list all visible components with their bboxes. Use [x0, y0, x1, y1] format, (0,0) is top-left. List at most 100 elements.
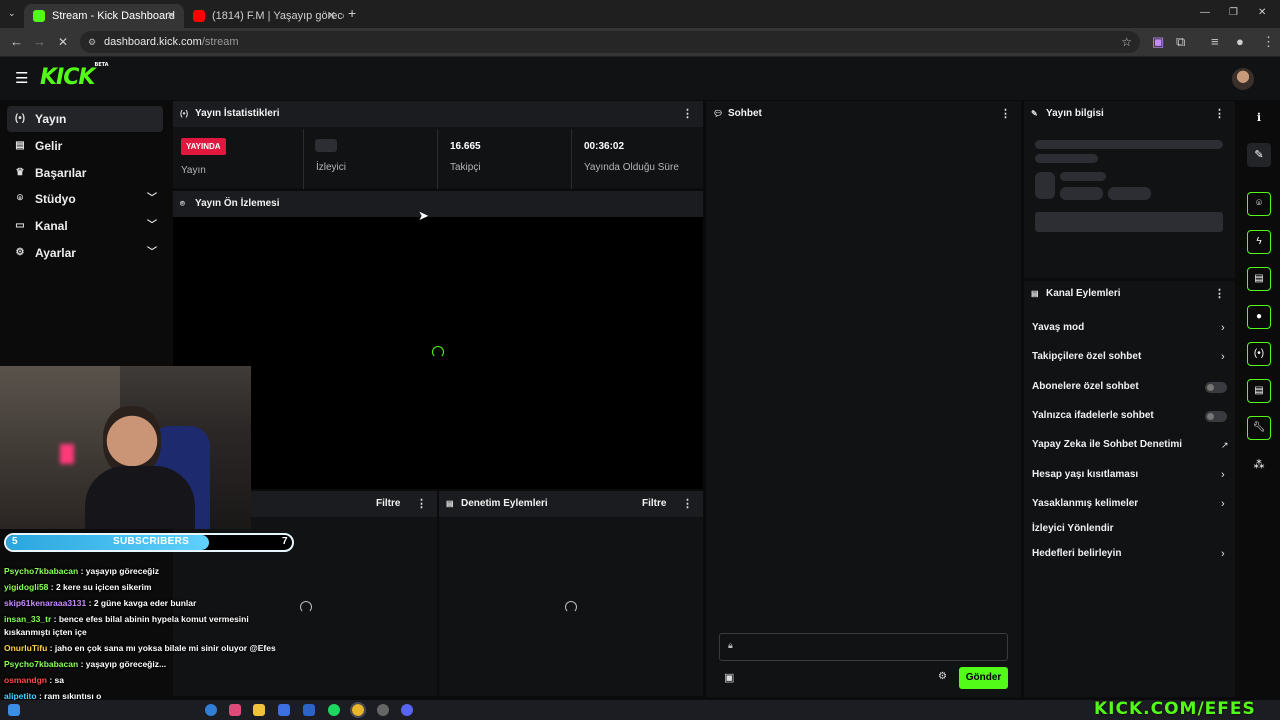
- tab-kick-dashboard[interactable]: Stream - Kick Dashboard ✕: [24, 4, 184, 28]
- camera-icon: ⌾: [180, 199, 185, 208]
- extension-icon[interactable]: ▣: [1152, 28, 1164, 56]
- add-widget-icon[interactable]: ⁂: [1247, 453, 1271, 477]
- viewers-loading-skeleton: [315, 139, 337, 152]
- filter-button[interactable]: Filtre: [642, 491, 666, 517]
- emote-store-icon[interactable]: ▣: [724, 671, 734, 684]
- close-window-icon[interactable]: ✕: [1258, 0, 1266, 26]
- photos-icon[interactable]: [229, 704, 241, 716]
- more-options-icon[interactable]: ⋮: [682, 491, 693, 517]
- site-info-icon[interactable]: ⚙: [88, 31, 96, 53]
- webcam-overlay: [0, 366, 251, 529]
- action-emote-only-chat[interactable]: Yalnızca ifadelerle sohbet: [1032, 406, 1232, 426]
- sidebar-item-yayin[interactable]: (•) Yayın: [7, 106, 163, 132]
- chat-message: : jaho en çok sana mı yoksa bilale mi si…: [49, 643, 276, 653]
- sidebar-item-gelir[interactable]: ▤ Gelir: [7, 133, 163, 159]
- more-options-icon[interactable]: ⋮: [1214, 101, 1225, 127]
- action-raid[interactable]: İzleyici Yönlendir: [1032, 519, 1232, 539]
- action-account-age[interactable]: Hesap yaşı kısıtlaması: [1032, 465, 1232, 485]
- overlay-chat-line: osmandgn : sa: [4, 675, 64, 685]
- profile-icon[interactable]: ●: [1236, 28, 1244, 56]
- chevron-right-icon[interactable]: ›: [1221, 544, 1225, 564]
- overlay-chat-line: kıskanmıştı içten içe: [4, 627, 87, 637]
- maximize-icon[interactable]: ❐: [1229, 0, 1238, 26]
- close-tab-icon[interactable]: ✕: [327, 4, 336, 28]
- user-avatar[interactable]: [1232, 68, 1254, 90]
- channel-actions-header: ▤ Kanal Eylemleri ⋮: [1024, 281, 1235, 307]
- sidebar-item-ayarlar[interactable]: ⚙ Ayarlar ﹀: [7, 240, 163, 266]
- chevron-right-icon[interactable]: ›: [1221, 318, 1225, 338]
- broadcast-icon[interactable]: (•): [1247, 342, 1271, 366]
- stream-info-panel: ✎ Yayın bilgisi ⋮: [1024, 101, 1235, 278]
- word-icon[interactable]: [303, 704, 315, 716]
- loading-spinner-icon: [565, 601, 577, 613]
- sidebar-item-kanal[interactable]: ▭ Kanal ﹀: [7, 213, 163, 239]
- kick-logo[interactable]: KICKBETA: [40, 62, 109, 90]
- external-link-icon[interactable]: ↗: [1221, 435, 1229, 455]
- chat-panel: 💬︎ Sohbet ⋮ 🔒︎ ▣ ⚙ Gönder: [706, 101, 1021, 697]
- more-options-icon[interactable]: ⋮: [1000, 101, 1011, 127]
- stat-uptime: 00:36:02 Yayında Olduğu Süre: [584, 141, 679, 173]
- chrome-icon[interactable]: [350, 702, 366, 718]
- action-slow-mode[interactable]: Yavaş mod: [1032, 318, 1232, 338]
- chevron-right-icon[interactable]: ›: [1221, 347, 1225, 367]
- action-subscribers-only-chat[interactable]: Abonelere özel sohbet: [1032, 377, 1232, 397]
- more-options-icon[interactable]: ⋮: [682, 101, 693, 127]
- browser-menu-icon[interactable]: ⋮: [1262, 28, 1275, 56]
- info-icon[interactable]: ℹ: [1247, 106, 1271, 130]
- chevron-right-icon[interactable]: ›: [1221, 494, 1225, 514]
- back-icon[interactable]: ←: [10, 28, 23, 56]
- bookmark-star-icon[interactable]: ☆: [1121, 31, 1132, 53]
- url-field[interactable]: ⚙ dashboard.kick.com/stream ☆: [80, 31, 1140, 53]
- send-button[interactable]: Gönder: [959, 667, 1008, 689]
- edge-icon[interactable]: [205, 704, 217, 716]
- discord-icon[interactable]: [401, 704, 413, 716]
- overlay-chat-line: OnurluTifu : jaho en çok sana mı yoksa b…: [4, 643, 276, 653]
- action-banned-words[interactable]: Yasaklanmış kelimeler: [1032, 494, 1232, 514]
- chevron-right-icon[interactable]: ›: [1221, 465, 1225, 485]
- extensions-puzzle-icon[interactable]: ⧉: [1176, 28, 1185, 56]
- subscriber-goal-bar: 5 SUBSCRIBERS 7: [4, 533, 294, 552]
- chat-bubble-icon[interactable]: ●: [1247, 305, 1271, 329]
- new-tab-icon[interactable]: +: [348, 0, 356, 26]
- more-options-icon[interactable]: ⋮: [416, 491, 427, 517]
- chat-settings-gear-icon[interactable]: ⚙: [938, 671, 947, 682]
- action-set-goals[interactable]: Hedefleri belirleyin: [1032, 544, 1232, 564]
- subscribers-only-toggle[interactable]: [1205, 382, 1227, 393]
- tab-search-icon[interactable]: ⌄: [8, 2, 16, 24]
- document-icon[interactable]: ▤: [1247, 267, 1271, 291]
- spotify-icon[interactable]: [328, 704, 340, 716]
- chat-message: : bence efes bilal abinin hypela komut v…: [53, 614, 249, 624]
- wrench-icon[interactable]: 🔧︎: [1247, 416, 1271, 440]
- start-icon[interactable]: [8, 704, 20, 716]
- minimize-icon[interactable]: —: [1200, 0, 1210, 26]
- edit-pencil-icon[interactable]: ✎: [1247, 143, 1271, 167]
- camera-icon[interactable]: ⌾: [1247, 192, 1271, 216]
- channel-watermark: KICK.COM/EFES: [1094, 699, 1256, 719]
- obs-icon[interactable]: [377, 704, 389, 716]
- browser-tab-bar: ⌄ Stream - Kick Dashboard ✕ (1814) F.M |…: [0, 0, 1280, 28]
- chat-input[interactable]: 🔒︎: [719, 633, 1008, 661]
- action-ai-moderation[interactable]: Yapay Zeka ile Sohbet Denetimi: [1032, 435, 1232, 455]
- overlay-chat-line: skip61kenaraaa3131 : 2 güne kavga eder b…: [4, 598, 196, 608]
- kick-favicon-icon: [33, 10, 45, 22]
- file-explorer-icon[interactable]: [253, 704, 265, 716]
- chevron-down-icon: ﹀: [147, 220, 157, 231]
- sidebar-item-studyo[interactable]: ⌾ Stüdyo ﹀: [7, 186, 163, 212]
- close-tab-icon[interactable]: ✕: [167, 4, 176, 28]
- emote-only-toggle[interactable]: [1205, 411, 1227, 422]
- hamburger-menu-icon[interactable]: ☰: [15, 69, 28, 87]
- stop-loading-icon[interactable]: ✕: [58, 28, 68, 56]
- chat-message: : 2 kere su içicen sikerim: [50, 582, 152, 592]
- tab-youtube[interactable]: (1814) F.M | Yaşayıp göreceğiz ✕: [184, 4, 344, 28]
- more-options-icon[interactable]: ⋮: [1214, 281, 1225, 307]
- chevron-down-icon: ﹀: [147, 193, 157, 204]
- stat-live: YAYINDA Yayın: [173, 129, 304, 189]
- lightning-icon[interactable]: ϟ: [1247, 230, 1271, 254]
- action-followers-only-chat[interactable]: Takipçilere özel sohbet: [1032, 347, 1232, 367]
- filter-button[interactable]: Filtre: [376, 491, 400, 517]
- sidebar-item-basarilar[interactable]: ♛ Başarılar: [7, 160, 163, 186]
- toolbox-icon[interactable]: ▤: [1247, 379, 1271, 403]
- media-control-icon[interactable]: ≡: [1211, 28, 1219, 56]
- forward-icon[interactable]: →: [33, 28, 46, 56]
- outlook-icon[interactable]: [278, 704, 290, 716]
